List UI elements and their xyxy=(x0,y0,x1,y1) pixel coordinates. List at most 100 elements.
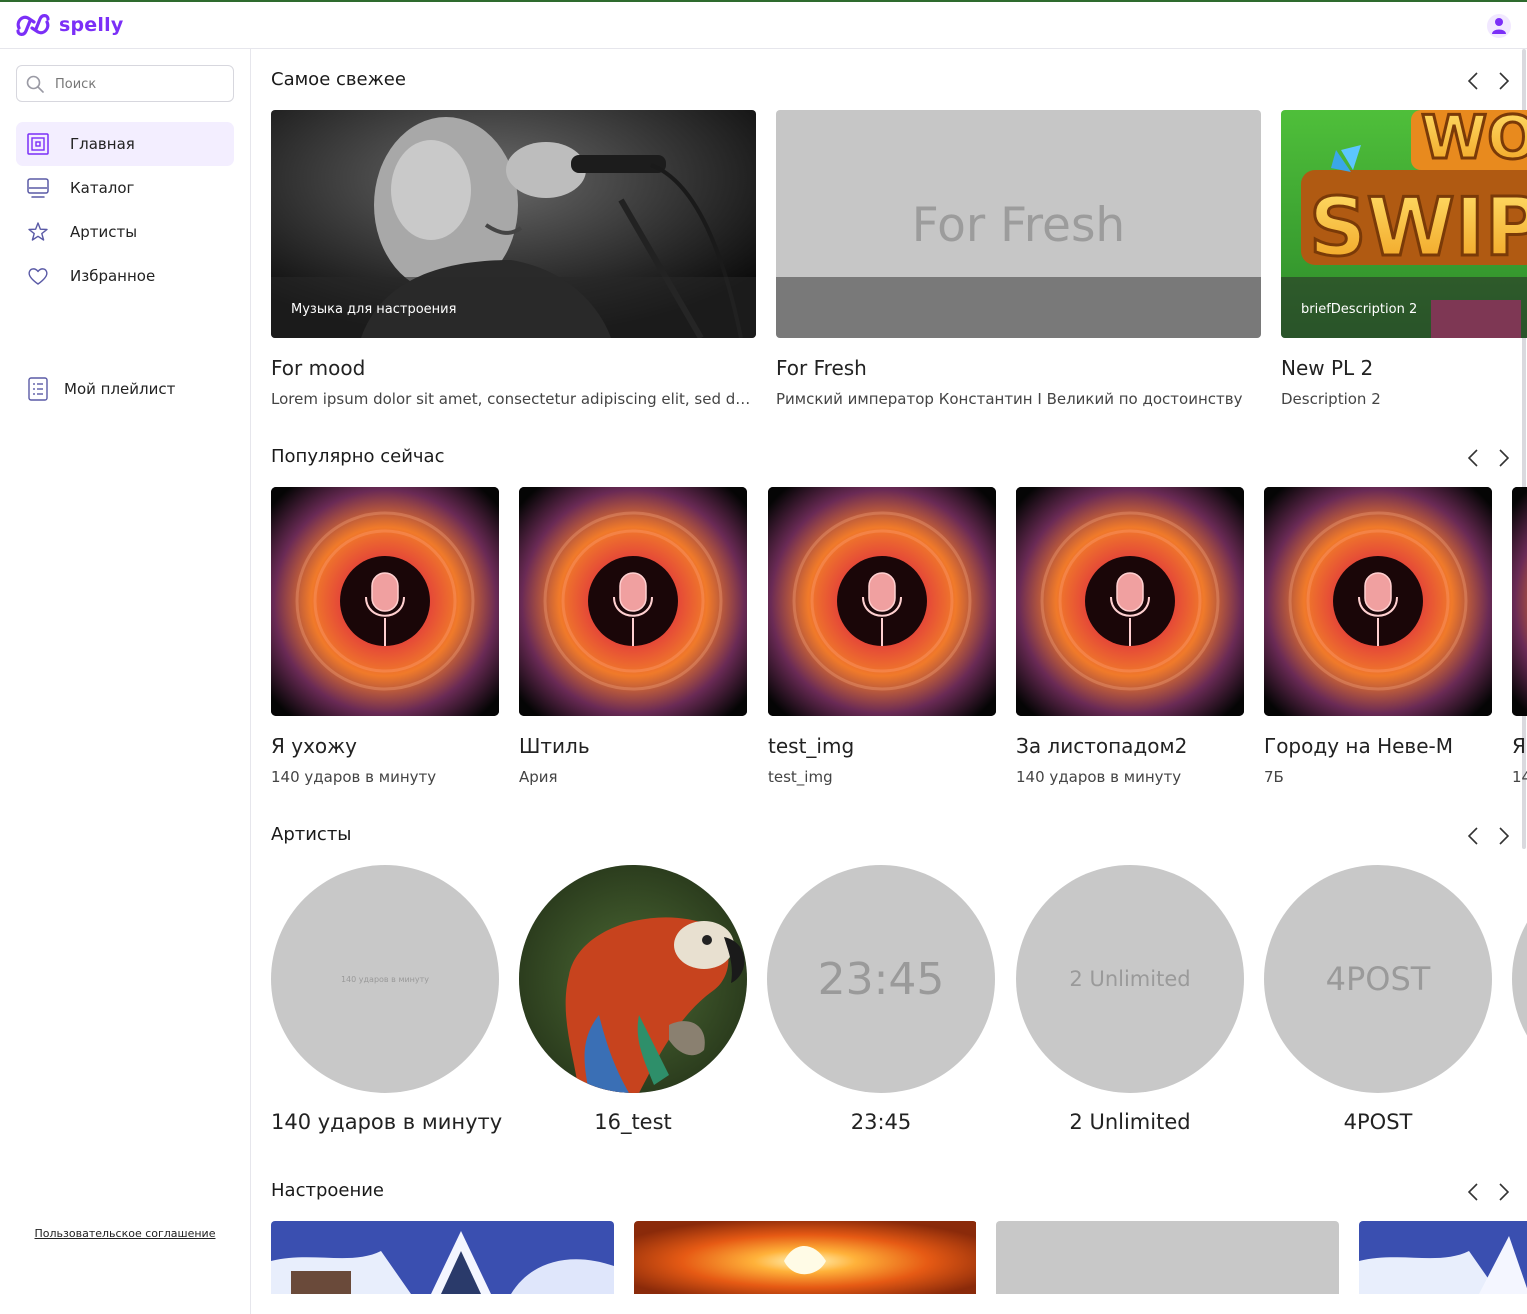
artist-card[interactable]: 140 ударов в минуту 140 ударов в минуту xyxy=(271,865,503,1134)
track-subtitle: test_img xyxy=(768,768,833,786)
artist-name: 140 ударов в минуту xyxy=(271,1110,503,1134)
search-box[interactable] xyxy=(16,65,234,102)
microphone-cover xyxy=(1016,487,1244,716)
sidebar-item-my-playlist[interactable]: Мой плейлист xyxy=(16,367,234,411)
placeholder-text: 2 Unlimited xyxy=(1069,967,1191,991)
placeholder-text: 4POST xyxy=(1325,960,1431,998)
sidebar: Главная Каталог Артисты Избранное Мой пл… xyxy=(0,49,251,1314)
sidebar-item-catalog[interactable]: Каталог xyxy=(16,166,234,210)
user-agreement-link[interactable]: Пользовательское соглашение xyxy=(0,1227,250,1240)
placeholder-text: 140 ударов в минуту xyxy=(340,974,430,984)
section-title-mood: Настроение xyxy=(271,1180,385,1201)
top-bar: spelly xyxy=(0,0,1527,49)
card-brief: briefDescription 2 xyxy=(1301,302,1418,317)
artist-avatar-placeholder: 23:45 xyxy=(767,865,995,1093)
track-card[interactable]: Я ухожу 140 ударов в минуту xyxy=(271,487,499,786)
search-input[interactable] xyxy=(55,74,225,94)
chevron-right-icon[interactable] xyxy=(1497,449,1511,467)
chevron-right-icon[interactable] xyxy=(1497,1183,1511,1201)
sidebar-item-label: Избранное xyxy=(70,267,156,285)
sidebar-item-label: Главная xyxy=(70,135,135,153)
artist-avatar-placeholder: 140 ударов в минуту xyxy=(271,865,499,1093)
track-title: За листопадом2 xyxy=(1016,734,1188,758)
artist-avatar-placeholder xyxy=(1512,865,1527,1093)
artist-card[interactable]: 2 Unlimited 2 Unlimited xyxy=(1016,865,1244,1134)
card-title: For Fresh xyxy=(776,356,867,380)
user-avatar-button[interactable] xyxy=(1487,14,1511,38)
mood-card-placeholder[interactable] xyxy=(996,1221,1339,1294)
artist-card[interactable] xyxy=(1512,865,1527,1093)
list-icon xyxy=(26,377,50,401)
placeholder-text: 23:45 xyxy=(817,953,945,1005)
microphone-cover xyxy=(519,487,747,716)
artist-card[interactable]: 16_test xyxy=(519,865,747,1134)
track-title: Я xyxy=(1512,734,1526,758)
fresh-carousel-nav xyxy=(1466,72,1511,90)
track-title: Я ухожу xyxy=(271,734,358,758)
track-card[interactable]: test_img test_img xyxy=(768,487,996,786)
sidebar-item-home[interactable]: Главная xyxy=(16,122,234,166)
microphone-cover xyxy=(1264,487,1492,716)
sidebar-item-label: Каталог xyxy=(70,179,135,197)
popular-carousel-nav xyxy=(1466,449,1511,467)
artist-card[interactable]: 4POST 4POST xyxy=(1264,865,1492,1134)
track-card[interactable]: За листопадом2 140 ударов в минуту xyxy=(1016,487,1244,786)
card-brief: Музыка для настроения xyxy=(291,302,457,317)
brand-name: spelly xyxy=(59,14,124,36)
track-card[interactable]: Штиль Ария xyxy=(519,487,747,786)
mood-card-sunset[interactable] xyxy=(634,1221,977,1294)
catalog-icon xyxy=(26,176,50,200)
artist-name: 4POST xyxy=(1343,1110,1413,1134)
track-card[interactable]: Я 14 xyxy=(1512,487,1527,786)
svg-text:SWIP: SWIP xyxy=(1309,181,1527,274)
user-icon xyxy=(1492,18,1506,34)
chevron-left-icon[interactable] xyxy=(1466,1183,1480,1201)
svg-text:WO: WO xyxy=(1421,110,1527,173)
track-title: Штиль xyxy=(519,734,590,758)
chevron-left-icon[interactable] xyxy=(1466,72,1480,90)
home-icon xyxy=(26,132,50,156)
track-subtitle: Ария xyxy=(519,768,558,786)
track-subtitle: 140 ударов в минуту xyxy=(271,768,437,786)
artist-name: 16_test xyxy=(594,1110,672,1134)
playlist-card[interactable]: Музыка для настроения For mood Lorem ips… xyxy=(271,110,756,408)
card-overlay xyxy=(776,277,1261,338)
microphone-cover xyxy=(271,487,499,716)
search-icon xyxy=(26,75,44,93)
spelly-logo-icon xyxy=(16,14,50,36)
card-placeholder-image: For Fresh xyxy=(776,110,1261,338)
artist-avatar-placeholder: 4POST xyxy=(1264,865,1492,1093)
section-title-popular: Популярно сейчас xyxy=(271,446,445,467)
card-description: Description 2 xyxy=(1281,390,1381,408)
microphone-cover xyxy=(768,487,996,716)
logo[interactable]: spelly xyxy=(15,12,123,38)
card-title: New PL 2 xyxy=(1281,356,1374,380)
playlist-card[interactable]: For Fresh For Fresh Римский император Ко… xyxy=(776,110,1261,408)
mood-card-winter[interactable] xyxy=(1359,1221,1527,1294)
chevron-right-icon[interactable] xyxy=(1497,72,1511,90)
chevron-right-icon[interactable] xyxy=(1497,827,1511,845)
placeholder-text: For Fresh xyxy=(911,198,1126,253)
mood-carousel-nav xyxy=(1466,1183,1511,1201)
sidebar-item-artists[interactable]: Артисты xyxy=(16,210,234,254)
heart-icon xyxy=(26,264,50,288)
sidebar-item-favorites[interactable]: Избранное xyxy=(16,254,234,298)
mood-card-winter[interactable] xyxy=(271,1221,614,1294)
section-title-artists: Артисты xyxy=(271,824,352,845)
chevron-left-icon[interactable] xyxy=(1466,449,1480,467)
track-title: Городу на Неве-М xyxy=(1264,734,1453,758)
artist-avatar-placeholder: 2 Unlimited xyxy=(1016,865,1244,1093)
playlist-card[interactable]: SWIP WO briefDescription 2 New PL 2 Desc… xyxy=(1281,110,1527,408)
track-subtitle: 7Б xyxy=(1264,768,1284,786)
track-subtitle: 140 ударов в минуту xyxy=(1016,768,1182,786)
chevron-left-icon[interactable] xyxy=(1466,827,1480,845)
track-subtitle: 14 xyxy=(1512,768,1527,786)
artist-card[interactable]: 23:45 23:45 xyxy=(767,865,995,1134)
parrot-photo xyxy=(519,865,747,1093)
artists-carousel-nav xyxy=(1466,827,1511,845)
microphone-cover xyxy=(1512,487,1527,716)
word-swipe-game: SWIP WO briefDescription 2 xyxy=(1281,110,1527,338)
card-description: Римский император Константин I Великий п… xyxy=(776,390,1243,408)
sidebar-item-label: Мой плейлист xyxy=(64,380,176,398)
track-card[interactable]: Городу на Неве-М 7Б xyxy=(1264,487,1492,786)
